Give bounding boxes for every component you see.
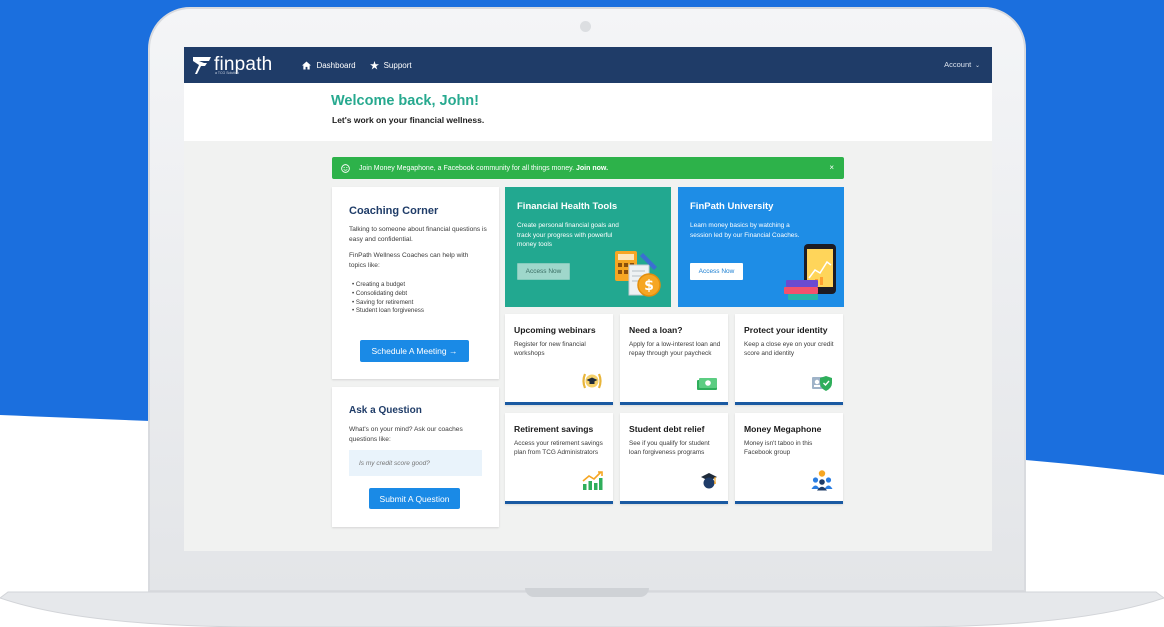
laptop-camera (580, 21, 591, 32)
tile-text: Register for new financial workshops (514, 341, 586, 357)
laptop-notch (525, 588, 649, 597)
logo-subtitle: a TCG Solution (215, 71, 239, 75)
community-icon (811, 470, 833, 491)
tile-title: Student debt relief (629, 424, 705, 434)
finpath-logo[interactable]: finpath a TCG Solution (192, 54, 272, 76)
smile-icon (341, 163, 350, 173)
webinars-tile[interactable]: Upcoming webinars Register for new finan… (505, 314, 613, 405)
tile-text: Access your retirement savings plan from… (514, 440, 603, 456)
chevron-down-icon: ⌄ (973, 63, 980, 69)
access-now-button[interactable]: Access Now (690, 263, 743, 280)
banner-join-link[interactable]: Join now. (576, 165, 608, 172)
account-menu[interactable]: Account ⌄ (944, 60, 980, 69)
tile-text: Apply for a low-interest loan and repay … (629, 341, 721, 357)
graduate-head-icon (701, 473, 717, 489)
tile-text: See if you qualify for student loan forg… (629, 440, 710, 456)
coaching-topics-intro: FinPath Wellness Coaches can help with t… (349, 252, 469, 269)
ask-title: Ask a Question (349, 405, 422, 416)
welcome-subtitle: Let's work on your financial wellness. (332, 115, 485, 125)
list-item: Consolidating debt (352, 290, 424, 299)
promo-title: Financial Health Tools (517, 201, 618, 212)
id-shield-icon (812, 376, 832, 391)
financial-health-tools-card: Financial Health Tools Create personal f… (505, 187, 671, 307)
question-input[interactable] (349, 450, 482, 476)
tile-text: Keep a close eye on your credit score an… (744, 341, 834, 357)
growth-chart-icon (582, 471, 603, 490)
tablet-books-icon (784, 244, 836, 300)
ask-question-card: Ask a Question What's on your mind? Ask … (332, 387, 499, 527)
list-item: Saving for retirement (352, 299, 424, 308)
close-icon[interactable]: × (829, 163, 834, 172)
access-now-button[interactable]: Access Now (517, 263, 570, 280)
nav-support-label: Support (383, 60, 412, 70)
identity-tile[interactable]: Protect your identity Keep a close eye o… (735, 314, 843, 405)
coaching-topics-list: Creating a budget Consolidating debt Sav… (352, 281, 424, 316)
welcome-header: Welcome back, John! Let's work on your f… (184, 83, 992, 141)
home-icon (302, 60, 312, 70)
top-navbar: finpath a TCG Solution Dashboard Support… (184, 47, 992, 83)
promo-title: FinPath University (690, 201, 774, 212)
welcome-title: Welcome back, John! (331, 93, 479, 109)
retirement-tile[interactable]: Retirement savings Access your retiremen… (505, 413, 613, 504)
list-item: Creating a budget (352, 281, 424, 290)
community-banner: Join Money Megaphone, a Facebook communi… (332, 157, 844, 179)
app-screen: finpath a TCG Solution Dashboard Support… (184, 47, 992, 551)
finpath-university-card: FinPath University Learn money basics by… (678, 187, 844, 307)
ask-text: What's on your mind? Ask our coaches que… (349, 426, 463, 443)
money-megaphone-tile[interactable]: Money Megaphone Money isn't taboo in thi… (735, 413, 843, 504)
tile-title: Money Megaphone (744, 424, 822, 434)
promo-text: Create personal financial goals and trac… (517, 222, 619, 248)
loan-tile[interactable]: Need a loan? Apply for a low-interest lo… (620, 314, 728, 405)
nav-support[interactable]: Support (369, 60, 412, 70)
calculator-coin-icon: $ (615, 251, 661, 297)
student-debt-tile[interactable]: Student debt relief See if you qualify f… (620, 413, 728, 504)
account-label: Account (944, 60, 972, 69)
tile-title: Need a loan? (629, 325, 683, 335)
nav-dashboard-label: Dashboard (316, 60, 356, 70)
coaching-title: Coaching Corner (349, 205, 439, 217)
coaching-corner-card: Coaching Corner Talking to someone about… (332, 187, 499, 379)
svg-text:$: $ (644, 278, 654, 294)
tile-text: Money isn't taboo in this Facebook group (744, 440, 813, 456)
banner-text: Join Money Megaphone, a Facebook communi… (359, 164, 575, 172)
finpath-logo-icon (193, 57, 211, 74)
coaching-intro: Talking to someone about financial quest… (349, 226, 487, 243)
nav-dashboard[interactable]: Dashboard (302, 60, 356, 70)
star-icon (369, 60, 379, 70)
tile-title: Upcoming webinars (514, 325, 596, 335)
list-item: Student loan forgiveness (352, 307, 424, 316)
tile-title: Protect your identity (744, 325, 828, 335)
schedule-meeting-button[interactable]: Schedule A Meeting → (360, 340, 469, 362)
cash-icon (697, 378, 717, 390)
promo-text: Learn money basics by watching a session… (690, 222, 800, 239)
graduation-award-icon (582, 373, 602, 389)
submit-question-button[interactable]: Submit A Question (369, 488, 460, 509)
tile-title: Retirement savings (514, 424, 594, 434)
